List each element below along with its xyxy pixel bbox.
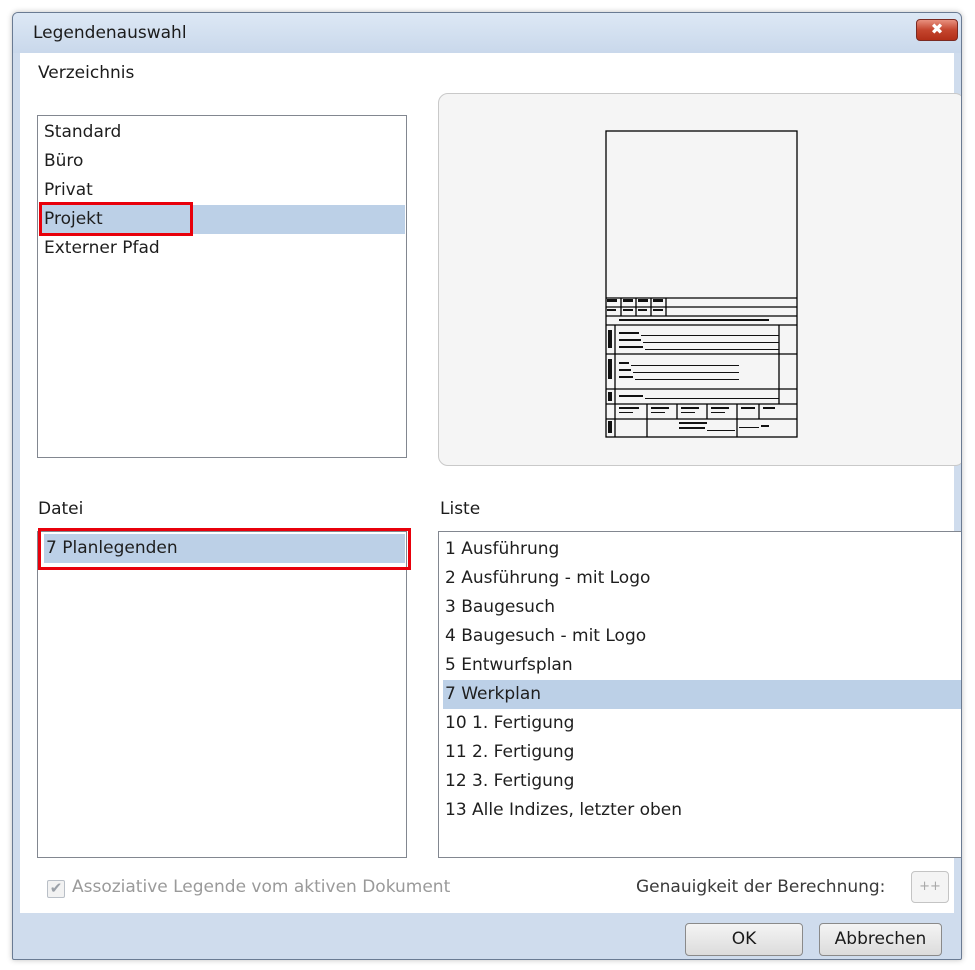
dialog-content: Verzeichnis Standard Büro Privat Projekt… — [20, 53, 961, 913]
liste-item-selected[interactable]: 7 Werkplan — [443, 680, 961, 709]
liste-label: Liste — [440, 499, 481, 519]
verzeichnis-item-standard[interactable]: Standard — [42, 118, 405, 147]
verzeichnis-list[interactable]: Standard Büro Privat Projekt Externer Pf… — [37, 115, 407, 458]
title-bar[interactable]: Legendenauswahl ✖ — [13, 13, 961, 53]
close-button[interactable]: ✖ — [916, 19, 958, 41]
legend-preview-image — [605, 130, 798, 438]
liste-item[interactable]: 12 3. Fertigung — [443, 767, 961, 796]
liste-list[interactable]: 1 Ausführung 2 Ausführung - mit Logo 3 B… — [438, 531, 961, 858]
accuracy-label: Genauigkeit der Berechnung: — [636, 877, 886, 897]
legend-selection-dialog: Legendenauswahl ✖ Verzeichnis Standard B… — [12, 12, 962, 960]
accuracy-button[interactable]: ++ — [911, 871, 949, 903]
verzeichnis-item-buero[interactable]: Büro — [42, 147, 405, 176]
verzeichnis-label: Verzeichnis — [38, 63, 135, 83]
datei-list[interactable]: 7 Planlegenden — [37, 531, 407, 858]
datei-label: Datei — [38, 499, 84, 519]
liste-item[interactable]: 5 Entwurfsplan — [443, 651, 961, 680]
legend-preview — [438, 93, 961, 466]
verzeichnis-item-externer-pfad[interactable]: Externer Pfad — [42, 234, 405, 263]
liste-item[interactable]: 1 Ausführung — [443, 535, 961, 564]
liste-item[interactable]: 3 Baugesuch — [443, 593, 961, 622]
liste-item[interactable]: 2 Ausführung - mit Logo — [443, 564, 961, 593]
close-icon: ✖ — [930, 20, 944, 38]
verzeichnis-item-projekt[interactable]: Projekt — [42, 205, 405, 234]
liste-item[interactable]: 4 Baugesuch - mit Logo — [443, 622, 961, 651]
checkmark-icon: ✔ — [49, 879, 63, 897]
associative-legend-checkbox[interactable]: ✔ — [47, 880, 65, 898]
cancel-button[interactable]: Abbrechen — [819, 923, 942, 956]
liste-item[interactable]: 13 Alle Indizes, letzter oben — [443, 796, 961, 825]
dialog-title: Legendenauswahl — [33, 23, 187, 43]
verzeichnis-item-privat[interactable]: Privat — [42, 176, 405, 205]
liste-item[interactable]: 11 2. Fertigung — [443, 738, 961, 767]
ok-button[interactable]: OK — [685, 923, 803, 956]
liste-item[interactable]: 10 1. Fertigung — [443, 709, 961, 738]
associative-legend-label: Assoziative Legende vom aktiven Dokument — [72, 877, 451, 897]
datei-item-planlegenden[interactable]: 7 Planlegenden — [44, 534, 405, 563]
